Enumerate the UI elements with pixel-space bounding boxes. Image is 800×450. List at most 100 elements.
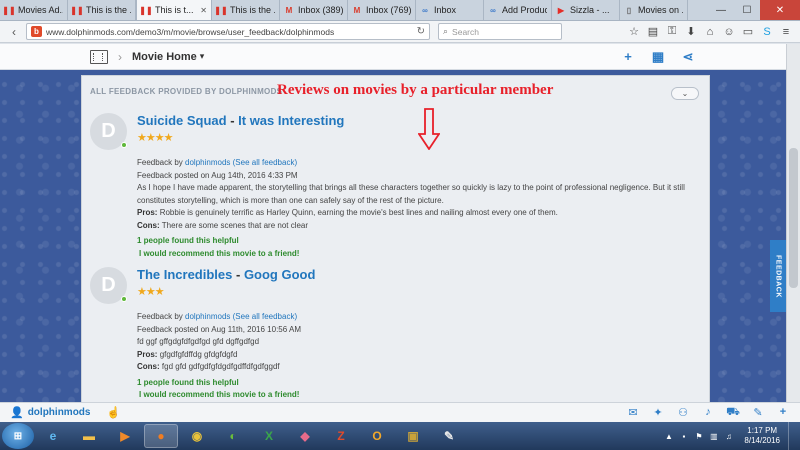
feedback-side-tab[interactable]: FEEDBACK [770, 240, 786, 312]
address-bar[interactable]: b www.dolphinmods.com/demo3/m/movie/brow… [26, 23, 430, 40]
browser-tab[interactable]: M Inbox (769)... [348, 0, 416, 20]
paint-icon[interactable]: ✎ [432, 424, 466, 448]
browser-tab[interactable]: ❚❚ Movies Ad... [0, 0, 68, 20]
cons-label: Cons: [137, 362, 160, 371]
browser-tab[interactable]: M Inbox (389)... [280, 0, 348, 20]
show-desktop-button[interactable] [788, 422, 798, 450]
username-link[interactable]: dolphinmods [28, 407, 91, 418]
outlook-icon[interactable]: O [360, 424, 394, 448]
wrench-icon[interactable]: ✎ [751, 406, 765, 420]
tab-label: Sizzla - ... [570, 5, 610, 15]
browser-toolbar: ☆ ▤ ⚿ ⬇ ⌂ ☺ ▭ S ≡ [626, 24, 794, 40]
bottom-actions: ✉ ✦ ⚇ ♪ ⛟ ✎ + [626, 406, 790, 420]
scrollbar-thumb[interactable] [789, 148, 798, 288]
smiley-icon[interactable]: ☺ [721, 24, 737, 40]
author-link[interactable]: dolphinmods [185, 158, 230, 167]
chrome-icon[interactable]: ◉ [180, 424, 214, 448]
feedback-by-prefix: Feedback by [137, 158, 186, 167]
minimize-icon[interactable]: — [708, 0, 734, 20]
url-text[interactable]: www.dolphinmods.com/demo3/m/movie/browse… [46, 27, 417, 37]
tab-label: This is t... [155, 5, 194, 15]
back-icon[interactable]: ‹ [6, 24, 22, 40]
excel-icon[interactable]: X [252, 424, 286, 448]
browser-tab[interactable]: ❚❚ This is t... ✕ [136, 0, 212, 20]
see-all-feedback-link[interactable]: (See all feedback) [233, 158, 297, 167]
close-tab-icon[interactable]: ✕ [200, 6, 207, 15]
header-actions: + ▦ ⋖ [620, 49, 696, 65]
review-text: As I hope I have made apparent, the stor… [137, 183, 685, 205]
firefox-icon[interactable]: ● [144, 424, 178, 448]
winrar-icon[interactable]: ▣ [396, 424, 430, 448]
bar-icon: ❚❚ [70, 5, 84, 15]
eraser-icon[interactable]: ◆ [288, 424, 322, 448]
film-icon[interactable] [90, 49, 108, 64]
film-strip-icon[interactable]: ▦ [650, 49, 666, 65]
browser-tab[interactable]: ▯ Movies on ... [620, 0, 688, 20]
close-window-icon[interactable]: ✕ [760, 0, 800, 20]
skype-icon[interactable]: S [759, 24, 775, 40]
cart-icon[interactable]: ⛟ [726, 406, 740, 420]
page-scrollbar[interactable] [786, 44, 800, 402]
browser-tab[interactable]: ▶ Sizzla - ... [552, 0, 620, 20]
panel-toggle-button[interactable]: ⌄ [671, 87, 699, 100]
share-icon[interactable]: ⋖ [680, 49, 696, 65]
mail-icon[interactable]: ✉ [626, 406, 640, 420]
recommend-text: I would recommend this movie to a friend… [139, 390, 300, 399]
chevron-right-icon: › [118, 49, 122, 64]
add-icon[interactable]: + [620, 49, 636, 65]
reload-icon[interactable]: ↻ [417, 26, 425, 37]
frog-icon[interactable]: ◐ [216, 424, 250, 448]
filezilla-icon[interactable]: Z [324, 424, 358, 448]
pros-text: Robbie is genuinely terrific as Harley Q… [159, 208, 558, 217]
see-all-feedback-link[interactable]: (See all feedback) [233, 312, 297, 321]
maximize-icon[interactable]: ☐ [734, 0, 760, 20]
browser-tab[interactable]: ❚❚This is the ... [212, 0, 280, 20]
review-headline-link[interactable]: It was Interesting [238, 113, 344, 128]
tab-label: This is the ... [86, 5, 131, 15]
recommend-text: I would recommend this movie to a friend… [139, 248, 300, 258]
start-button[interactable]: ⊞ [2, 423, 34, 449]
search-input[interactable]: ⌕ Search [438, 23, 562, 40]
tray-network-icon[interactable]: ▥ [708, 431, 719, 442]
ie-icon[interactable]: e [36, 424, 70, 448]
members-icon[interactable]: ⚇ [676, 406, 690, 420]
user-icon[interactable]: 👤 [10, 406, 24, 419]
tray-flag-icon[interactable]: ⚑ [693, 431, 704, 442]
feedback-panel: ALL FEEDBACK PROVIDED BY DOLPHINMODS Rev… [81, 75, 710, 402]
browser-tab[interactable]: ∞ Add Product [484, 0, 552, 20]
chat-icon[interactable]: ▭ [740, 24, 756, 40]
movie-home-menu[interactable]: Movie Home [132, 51, 197, 63]
page-icon: ▯ [626, 5, 632, 15]
bookmark-star-icon[interactable]: ☆ [626, 24, 642, 40]
search-icon: ⌕ [443, 26, 449, 36]
review-headline-link[interactable]: Goog Good [244, 267, 315, 282]
browser-tab[interactable]: ❚❚This is the ... [68, 0, 136, 20]
notifications-icon[interactable]: ♪ [701, 406, 715, 420]
twitter-icon[interactable]: ✦ [651, 406, 665, 420]
download-icon[interactable]: ⬇ [683, 24, 699, 40]
chevron-down-icon[interactable]: ▾ [200, 51, 205, 62]
author-link[interactable]: dolphinmods [185, 312, 230, 321]
clock-time: 1:17 PM [747, 426, 778, 435]
lock-icon[interactable]: ⚿ [664, 24, 680, 40]
tray-shield-icon[interactable]: ▲ [663, 431, 674, 442]
movie-title-link[interactable]: Suicide Squad [137, 113, 227, 128]
link-icon: ∞ [490, 5, 496, 15]
media-player-icon[interactable]: ▶ [108, 424, 142, 448]
tray-app-icon[interactable]: ▪ [678, 431, 689, 442]
taskbar-clock[interactable]: 1:17 PM 8/14/2016 [744, 426, 780, 446]
explorer-folder-icon[interactable]: ▬ [72, 424, 106, 448]
posted-date: Feedback posted on Aug 14th, 2016 4:33 P… [137, 170, 298, 180]
browser-tab[interactable]: ∞ Inbox [416, 0, 484, 20]
menu-icon[interactable]: ≡ [778, 24, 794, 40]
reading-list-icon[interactable]: ▤ [645, 24, 661, 40]
system-tray: ▲ ▪ ⚑ ▥ ♫ 1:17 PM 8/14/2016 [663, 422, 798, 450]
pros-text: gfgdfgfdffdg gfdgfdgfd [159, 349, 238, 359]
tab-label: Movies on ... [638, 5, 683, 15]
tray-volume-icon[interactable]: ♫ [723, 431, 734, 442]
tab-label: Inbox [434, 5, 457, 15]
add-icon[interactable]: + [776, 406, 790, 420]
home-icon[interactable]: ⌂ [702, 24, 718, 40]
cons-label: Cons: [137, 220, 160, 230]
movie-title-link[interactable]: The Incredibles [137, 267, 232, 282]
